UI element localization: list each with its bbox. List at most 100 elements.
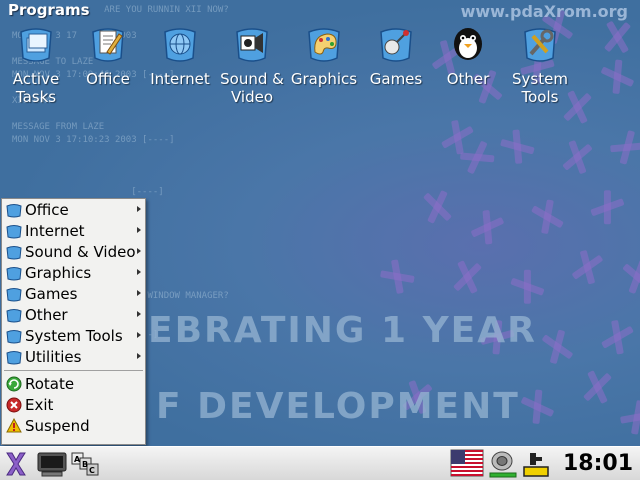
taskbar: A B C 18:01 xyxy=(0,446,640,480)
menu-item-utilities[interactable]: Utilities xyxy=(2,346,145,367)
clock[interactable]: 18:01 xyxy=(563,451,633,476)
battery-power-icon[interactable] xyxy=(522,449,550,479)
svg-text:A: A xyxy=(74,455,81,464)
folder-icon xyxy=(6,224,22,238)
keyboard-input-icon[interactable]: A B C xyxy=(70,450,100,478)
office-icon xyxy=(92,28,124,62)
chevron-right-icon xyxy=(137,311,141,317)
menu-item-games[interactable]: Games xyxy=(2,283,145,304)
folder-icon xyxy=(6,308,22,322)
launcher-label: Games xyxy=(369,70,423,88)
folder-icon xyxy=(6,287,22,301)
chevron-right-icon xyxy=(137,206,141,212)
menu-item-label: Rotate xyxy=(25,374,75,393)
other-icon xyxy=(454,28,482,60)
terminal-icon[interactable] xyxy=(36,450,68,478)
menu-item-exit[interactable]: Exit xyxy=(2,394,145,415)
launcher-label: Internet xyxy=(150,70,210,88)
folder-icon xyxy=(6,203,22,217)
xmark-decoration xyxy=(417,187,456,226)
folder-icon xyxy=(6,245,22,259)
menu-item-suspend[interactable]: Suspend xyxy=(2,415,145,436)
active-tasks-icon xyxy=(20,28,52,62)
launcher-label: Active Tasks xyxy=(12,70,60,106)
xmark-decoration xyxy=(493,123,541,171)
menu-separator xyxy=(4,370,143,371)
menu-item-sound-video[interactable]: Sound & Video xyxy=(2,241,145,262)
launcher-graphics[interactable]: Graphics xyxy=(288,22,360,88)
folder-icon xyxy=(6,350,22,364)
launcher-internet[interactable]: Internet xyxy=(144,22,216,88)
menu-item-label: Utilities xyxy=(25,347,82,366)
menu-item-label: Exit xyxy=(25,395,54,414)
pdaxrom-x-logo-icon[interactable] xyxy=(4,450,28,478)
folder-icon xyxy=(6,329,22,343)
banner-line-1: EBRATING 1 YEAR xyxy=(148,310,537,351)
xmark-decoration xyxy=(464,204,510,250)
menu-item-other[interactable]: Other xyxy=(2,304,145,325)
menu-item-internet[interactable]: Internet xyxy=(2,220,145,241)
xmark-decoration xyxy=(583,183,630,230)
chevron-right-icon xyxy=(137,353,141,359)
us-flag-icon[interactable] xyxy=(450,449,484,477)
xmark-decoration xyxy=(565,245,609,289)
sound-video-icon xyxy=(236,28,268,62)
xmark-decoration xyxy=(503,263,550,310)
menu-item-label: Suspend xyxy=(25,416,90,435)
launcher-games[interactable]: Games xyxy=(360,22,432,88)
launcher-active-tasks[interactable]: Active Tasks xyxy=(0,22,72,106)
xmark-decoration xyxy=(556,136,598,178)
page-title: Programs xyxy=(8,1,90,19)
banner-line-2: F DEVELOPMENT xyxy=(156,386,520,427)
folder-icon xyxy=(6,266,22,280)
menu-item-label: Office xyxy=(25,200,69,219)
menu-item-system-tools[interactable]: System Tools xyxy=(2,325,145,346)
xmark-decoration xyxy=(447,257,486,296)
menu-item-label: Sound & Video xyxy=(25,242,136,261)
menu-item-rotate[interactable]: Rotate xyxy=(2,373,145,394)
launcher-office[interactable]: Office xyxy=(72,22,144,88)
volume-speaker-icon[interactable] xyxy=(488,449,518,479)
exit-icon xyxy=(6,397,22,412)
games-icon xyxy=(380,28,412,62)
menu-item-label: Graphics xyxy=(25,263,92,282)
watermark: www.pdaXrom.org xyxy=(460,2,628,21)
xmark-decoration xyxy=(514,384,560,430)
xmark-decoration xyxy=(616,256,640,298)
chevron-right-icon xyxy=(137,248,141,254)
internet-icon xyxy=(164,28,196,62)
menu-item-label: Internet xyxy=(25,221,85,240)
xmark-decoration xyxy=(603,123,640,171)
xmark-decoration xyxy=(594,54,640,100)
launcher-system-tools[interactable]: System Tools xyxy=(504,22,576,106)
graphics-icon xyxy=(308,28,340,62)
launcher-sound-video[interactable]: Sound & Video xyxy=(216,22,288,106)
launcher-other[interactable]: Other xyxy=(432,22,504,88)
suspend-icon xyxy=(6,417,22,432)
menu-item-graphics[interactable]: Graphics xyxy=(2,262,145,283)
xmark-decoration xyxy=(373,253,421,301)
programs-menu: Office Internet Sound & Video Graphics G… xyxy=(1,198,146,445)
menu-item-label: System Tools xyxy=(25,326,123,345)
launcher-label: Graphics xyxy=(290,70,358,88)
svg-text:B: B xyxy=(82,460,88,469)
xmark-decoration xyxy=(577,367,616,406)
xmark-decoration xyxy=(594,314,639,359)
menu-item-office[interactable]: Office xyxy=(2,199,145,220)
desktop: ARE YOU RUNNIN XII NOW? MON NOV 3 17 200… xyxy=(0,0,640,446)
rotate-icon xyxy=(6,376,22,391)
chevron-right-icon xyxy=(137,269,141,275)
launcher-label: Other xyxy=(446,70,490,88)
chevron-right-icon xyxy=(137,332,141,338)
launcher-label: Sound & Video xyxy=(220,70,284,106)
xmark-decoration xyxy=(535,325,579,369)
menu-item-label: Other xyxy=(25,305,68,324)
menu-item-label: Games xyxy=(25,284,78,303)
xmark-decoration xyxy=(524,194,569,239)
xmark-decoration xyxy=(599,19,636,56)
svg-text:C: C xyxy=(89,466,95,475)
launcher-label: Office xyxy=(86,70,130,88)
chevron-right-icon xyxy=(137,227,141,233)
system-tools-icon xyxy=(524,28,556,62)
xmark-decoration xyxy=(613,393,640,441)
